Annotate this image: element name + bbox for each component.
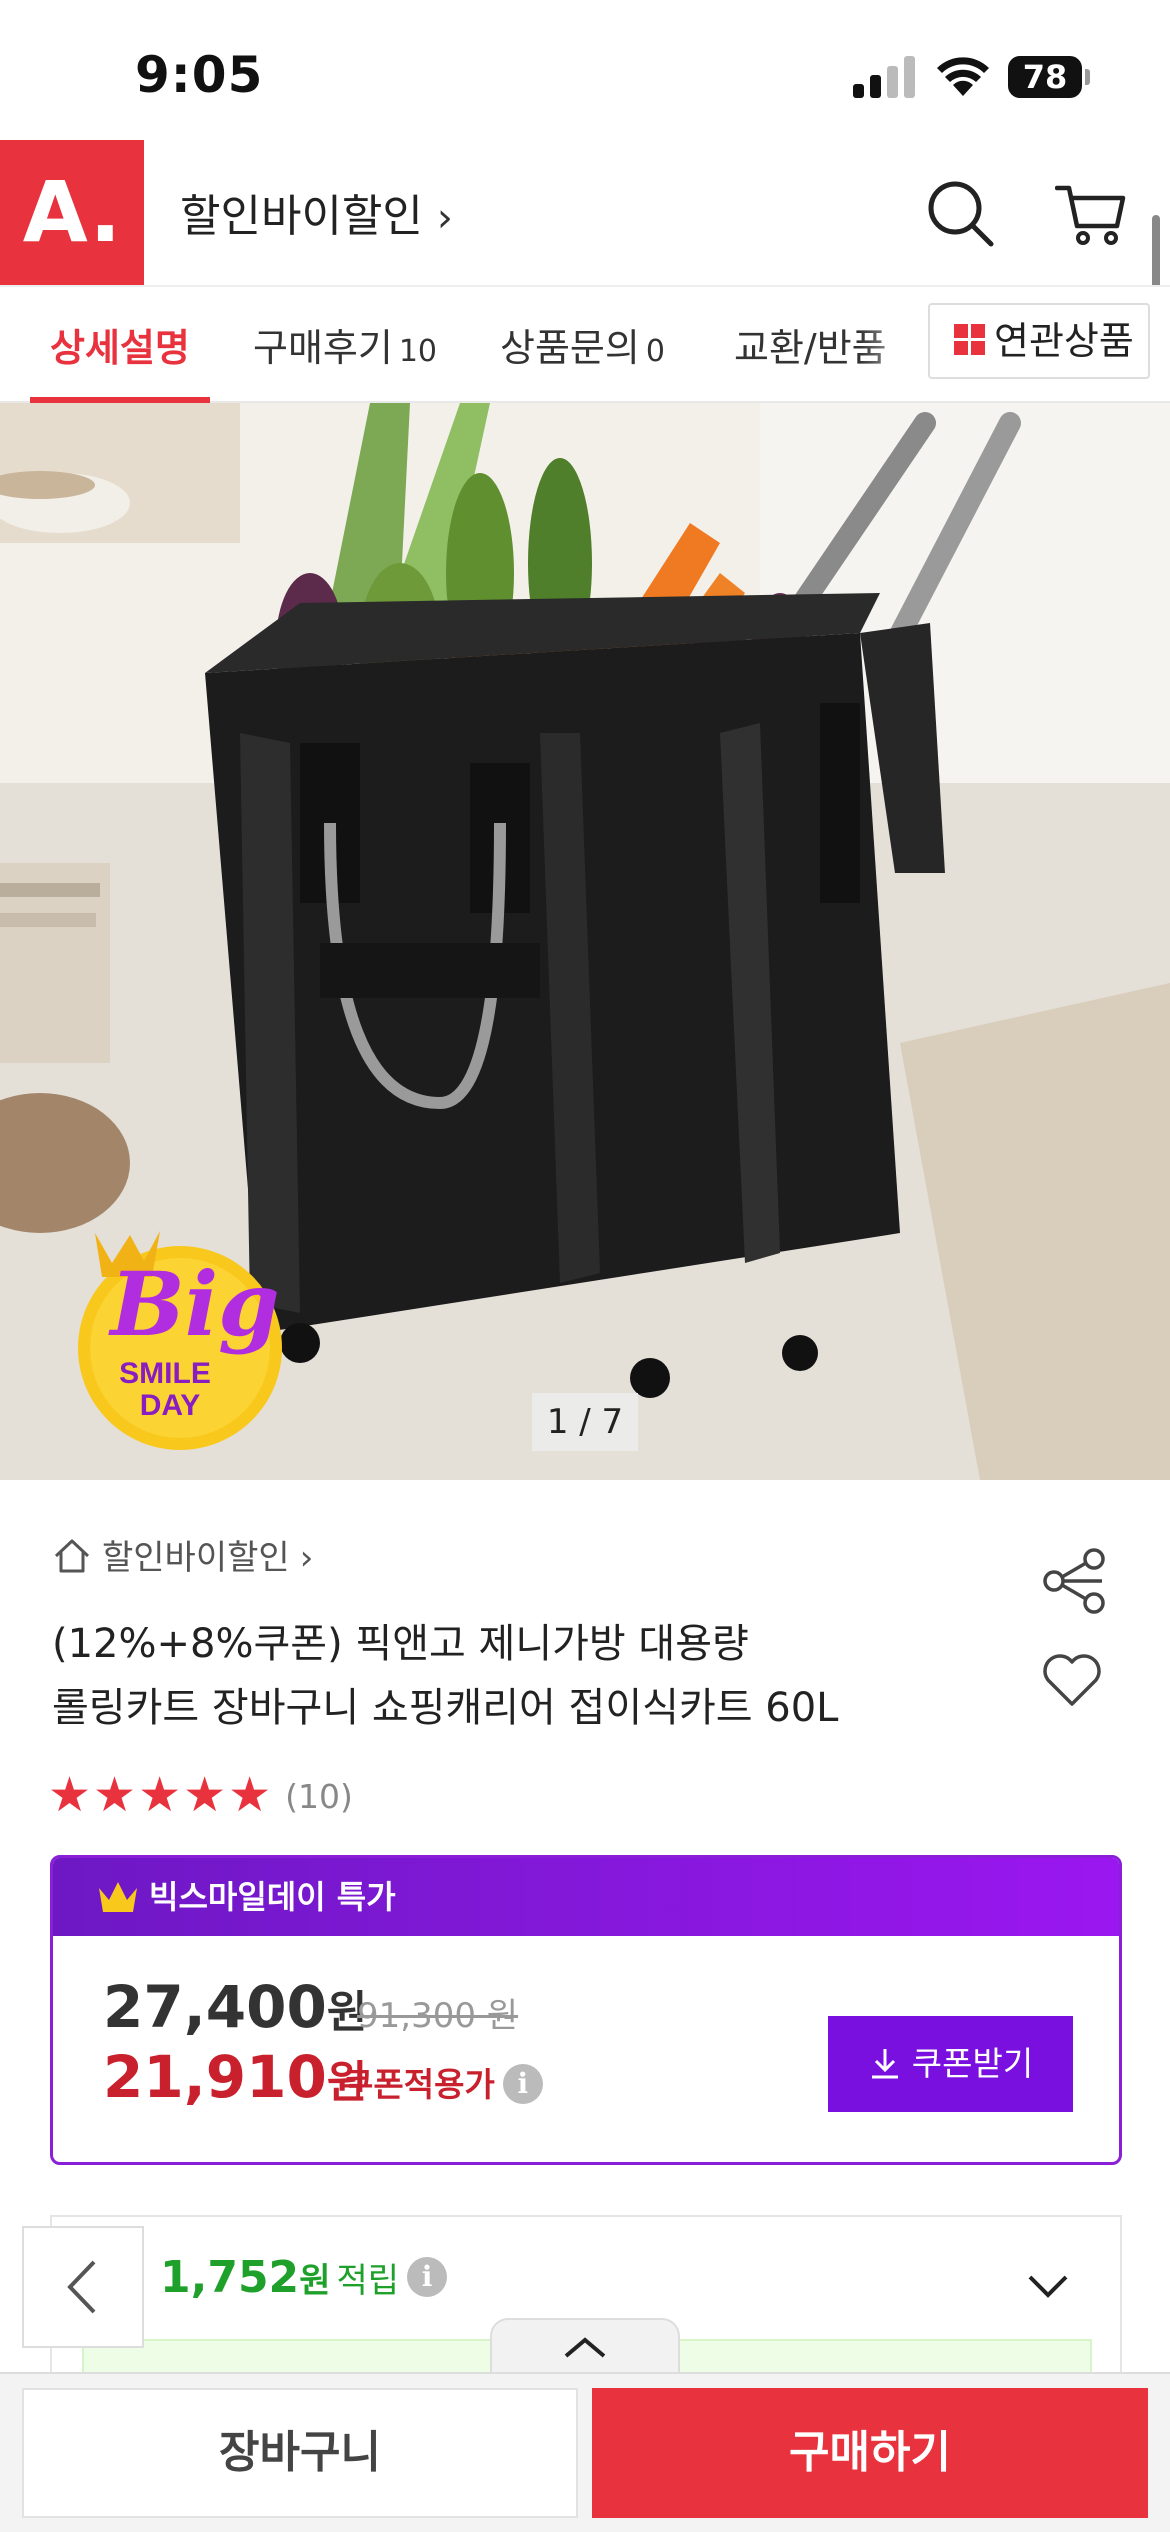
store-title-link[interactable]: 할인바이할인 › [180, 180, 453, 244]
tab-label: 연관상품 [994, 319, 1134, 363]
grid-icon [954, 323, 986, 356]
svg-text:SMILE: SMILE [119, 1357, 211, 1390]
star-icon: ★ [183, 1767, 227, 1823]
points-unit: 원 [299, 2261, 331, 2301]
product-image-carousel[interactable]: Big SMILE DAY 1 / 7 [0, 403, 1170, 1480]
sale-price: 27,400원 [103, 1973, 367, 2041]
get-coupon-label: 쿠폰받기 [911, 2044, 1034, 2083]
status-bar: 9:05 78 [0, 0, 1170, 140]
tab-count: 10 [398, 334, 438, 369]
star-icon: ★ [138, 1767, 182, 1823]
points-earn: 1,752원 적립 i [160, 2252, 448, 2303]
chevron-right-icon: › [436, 195, 453, 241]
points-amount: 1,752 [160, 2252, 300, 2303]
chevron-right-icon: › [299, 1538, 314, 1578]
wifi-icon [937, 57, 989, 96]
tab-related-products[interactable]: 연관상품 [928, 303, 1150, 379]
promo-header: 빅스마일데이 특가 [53, 1858, 1119, 1936]
share-icon[interactable] [1040, 1545, 1112, 1617]
coupon-note: 쿠폰적용가 i [343, 2058, 543, 2107]
store-breadcrumb[interactable]: 할인바이할인 › [52, 1530, 313, 1580]
tab-description[interactable]: 상세설명 [50, 317, 190, 372]
product-title-line: (12%+8%쿠폰) 픽앤고 제니가방 대용량 [52, 1621, 749, 1667]
app-header: A. 할인바이할인 › [0, 140, 1170, 285]
bottom-action-bar: 장바구니 구매하기 [0, 2372, 1170, 2532]
star-icon: ★ [48, 1767, 92, 1823]
points-label: 적립 [336, 2261, 400, 2301]
product-tabs: 상세설명 구매후기 10 상품문의 0 교환/반품 연관상품 [0, 285, 1170, 403]
chevron-up-icon [564, 2337, 606, 2358]
tab-inquiries[interactable]: 상품문의 0 [500, 317, 665, 372]
add-to-cart-button[interactable]: 장바구니 [22, 2388, 578, 2518]
product-title-line: 롤링카트 장바구니 쇼핑캐리어 접이식카트 60L [52, 1685, 839, 1731]
tab-label: 상세설명 [50, 326, 190, 370]
big-smile-day-badge: Big SMILE DAY [78, 1231, 282, 1450]
tab-label: 상품문의 [500, 326, 640, 370]
tab-label: 구매후기 [253, 326, 393, 370]
promo-title: 빅스마일데이 특가 [149, 1878, 396, 1916]
star-icon: ★ [228, 1767, 272, 1823]
info-icon[interactable]: i [407, 2257, 448, 2297]
buy-now-button[interactable]: 구매하기 [592, 2388, 1148, 2518]
coupon-price: 21,910원 [103, 2043, 367, 2111]
tab-count: 0 [645, 334, 665, 369]
rating-summary[interactable]: ★★★★★ (10) [48, 1770, 353, 1820]
expand-tab[interactable] [490, 2318, 680, 2376]
home-icon [54, 1539, 90, 1572]
crown-icon [99, 1882, 137, 1912]
back-button[interactable] [22, 2226, 144, 2348]
svg-text:Big: Big [107, 1252, 279, 1356]
image-counter: 1 / 7 [532, 1393, 638, 1451]
breadcrumb-label: 할인바이할인 [102, 1538, 290, 1578]
original-price: 91,300 원 [357, 1996, 519, 2036]
info-icon[interactable]: i [502, 2063, 543, 2104]
tab-reviews[interactable]: 구매후기 10 [253, 317, 437, 372]
get-coupon-button[interactable]: 쿠폰받기 [828, 2016, 1073, 2112]
coupon-price-value: 21,910 [103, 2043, 327, 2111]
status-time: 9:05 [135, 46, 264, 104]
sale-price-value: 27,400 [103, 1973, 327, 2041]
chevron-left-icon [67, 2260, 96, 2314]
download-icon [871, 2048, 898, 2078]
star-icon: ★ [93, 1767, 137, 1823]
battery-level: 78 [1008, 56, 1082, 98]
promo-price-box: 빅스마일데이 특가 27,400원 91,300 원 21,910원 쿠폰적용가… [50, 1855, 1122, 2165]
brand-logo[interactable]: A. [0, 140, 144, 285]
product-title: (12%+8%쿠폰) 픽앤고 제니가방 대용량 롤링카트 장바구니 쇼핑캐리어 … [52, 1612, 1012, 1740]
cart-icon[interactable] [1055, 172, 1127, 252]
coupon-note-label: 쿠폰적용가 [343, 2065, 495, 2104]
heart-icon[interactable] [1040, 1650, 1104, 1710]
svg-text:DAY: DAY [140, 1389, 201, 1422]
search-icon[interactable] [925, 172, 995, 252]
signal-icon [853, 56, 915, 98]
review-count: (10) [285, 1777, 353, 1816]
store-name: 할인바이할인 [180, 191, 423, 242]
chevron-down-icon[interactable] [1024, 2267, 1072, 2303]
battery-icon: 78 [1008, 56, 1090, 98]
